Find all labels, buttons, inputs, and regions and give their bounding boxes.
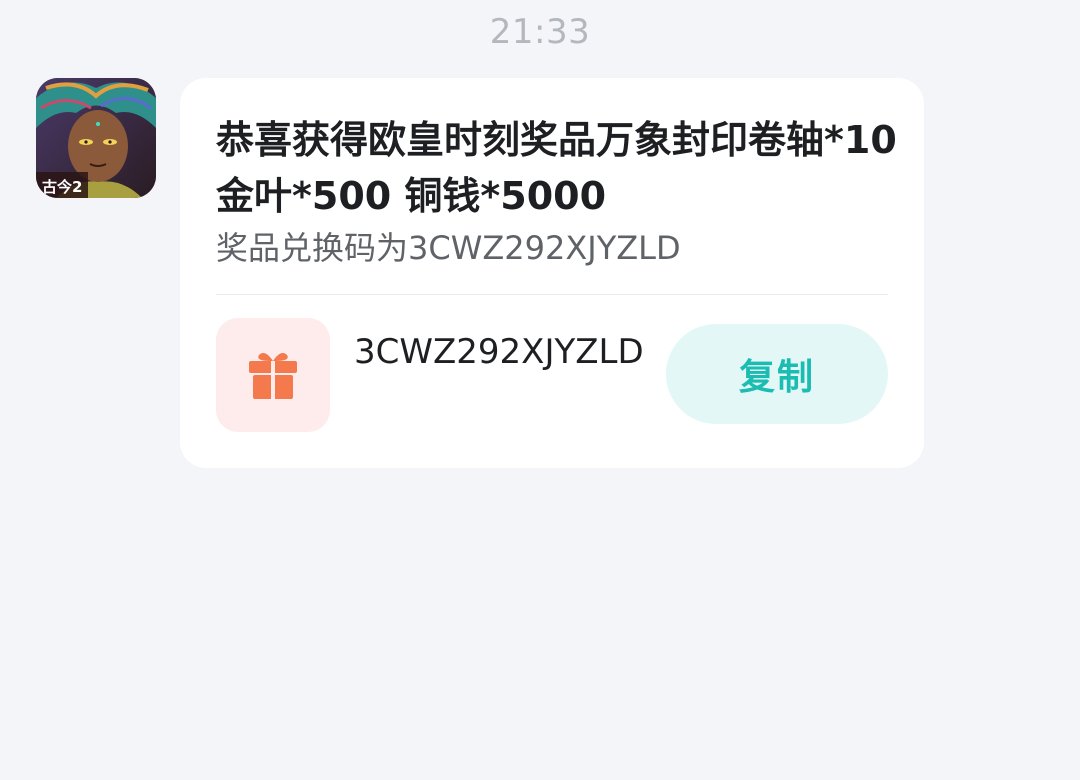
message-title: 恭喜获得欧皇时刻奖品万象封印卷轴*10 金叶*500 铜钱*5000 [216,118,897,218]
gift-icon [249,353,297,399]
message-card: 恭喜获得欧皇时刻奖品万象封印卷轴*10 金叶*500 铜钱*5000 奖品兑换码… [180,78,924,468]
copy-button[interactable]: 复制 [666,324,888,424]
message-timestamp: 21:33 [489,12,591,52]
gift-tile [216,318,330,432]
card-divider [216,294,888,295]
redeem-code: 3CWZ292XJYZLD [354,332,644,372]
avatar-badge-text: 古今2 [42,178,82,196]
sender-avatar[interactable]: 古今2 [36,78,156,198]
game-avatar-icon: 古今2 [36,78,156,198]
message-subtitle: 奖品兑换码为3CWZ292XJYZLD [216,229,681,267]
